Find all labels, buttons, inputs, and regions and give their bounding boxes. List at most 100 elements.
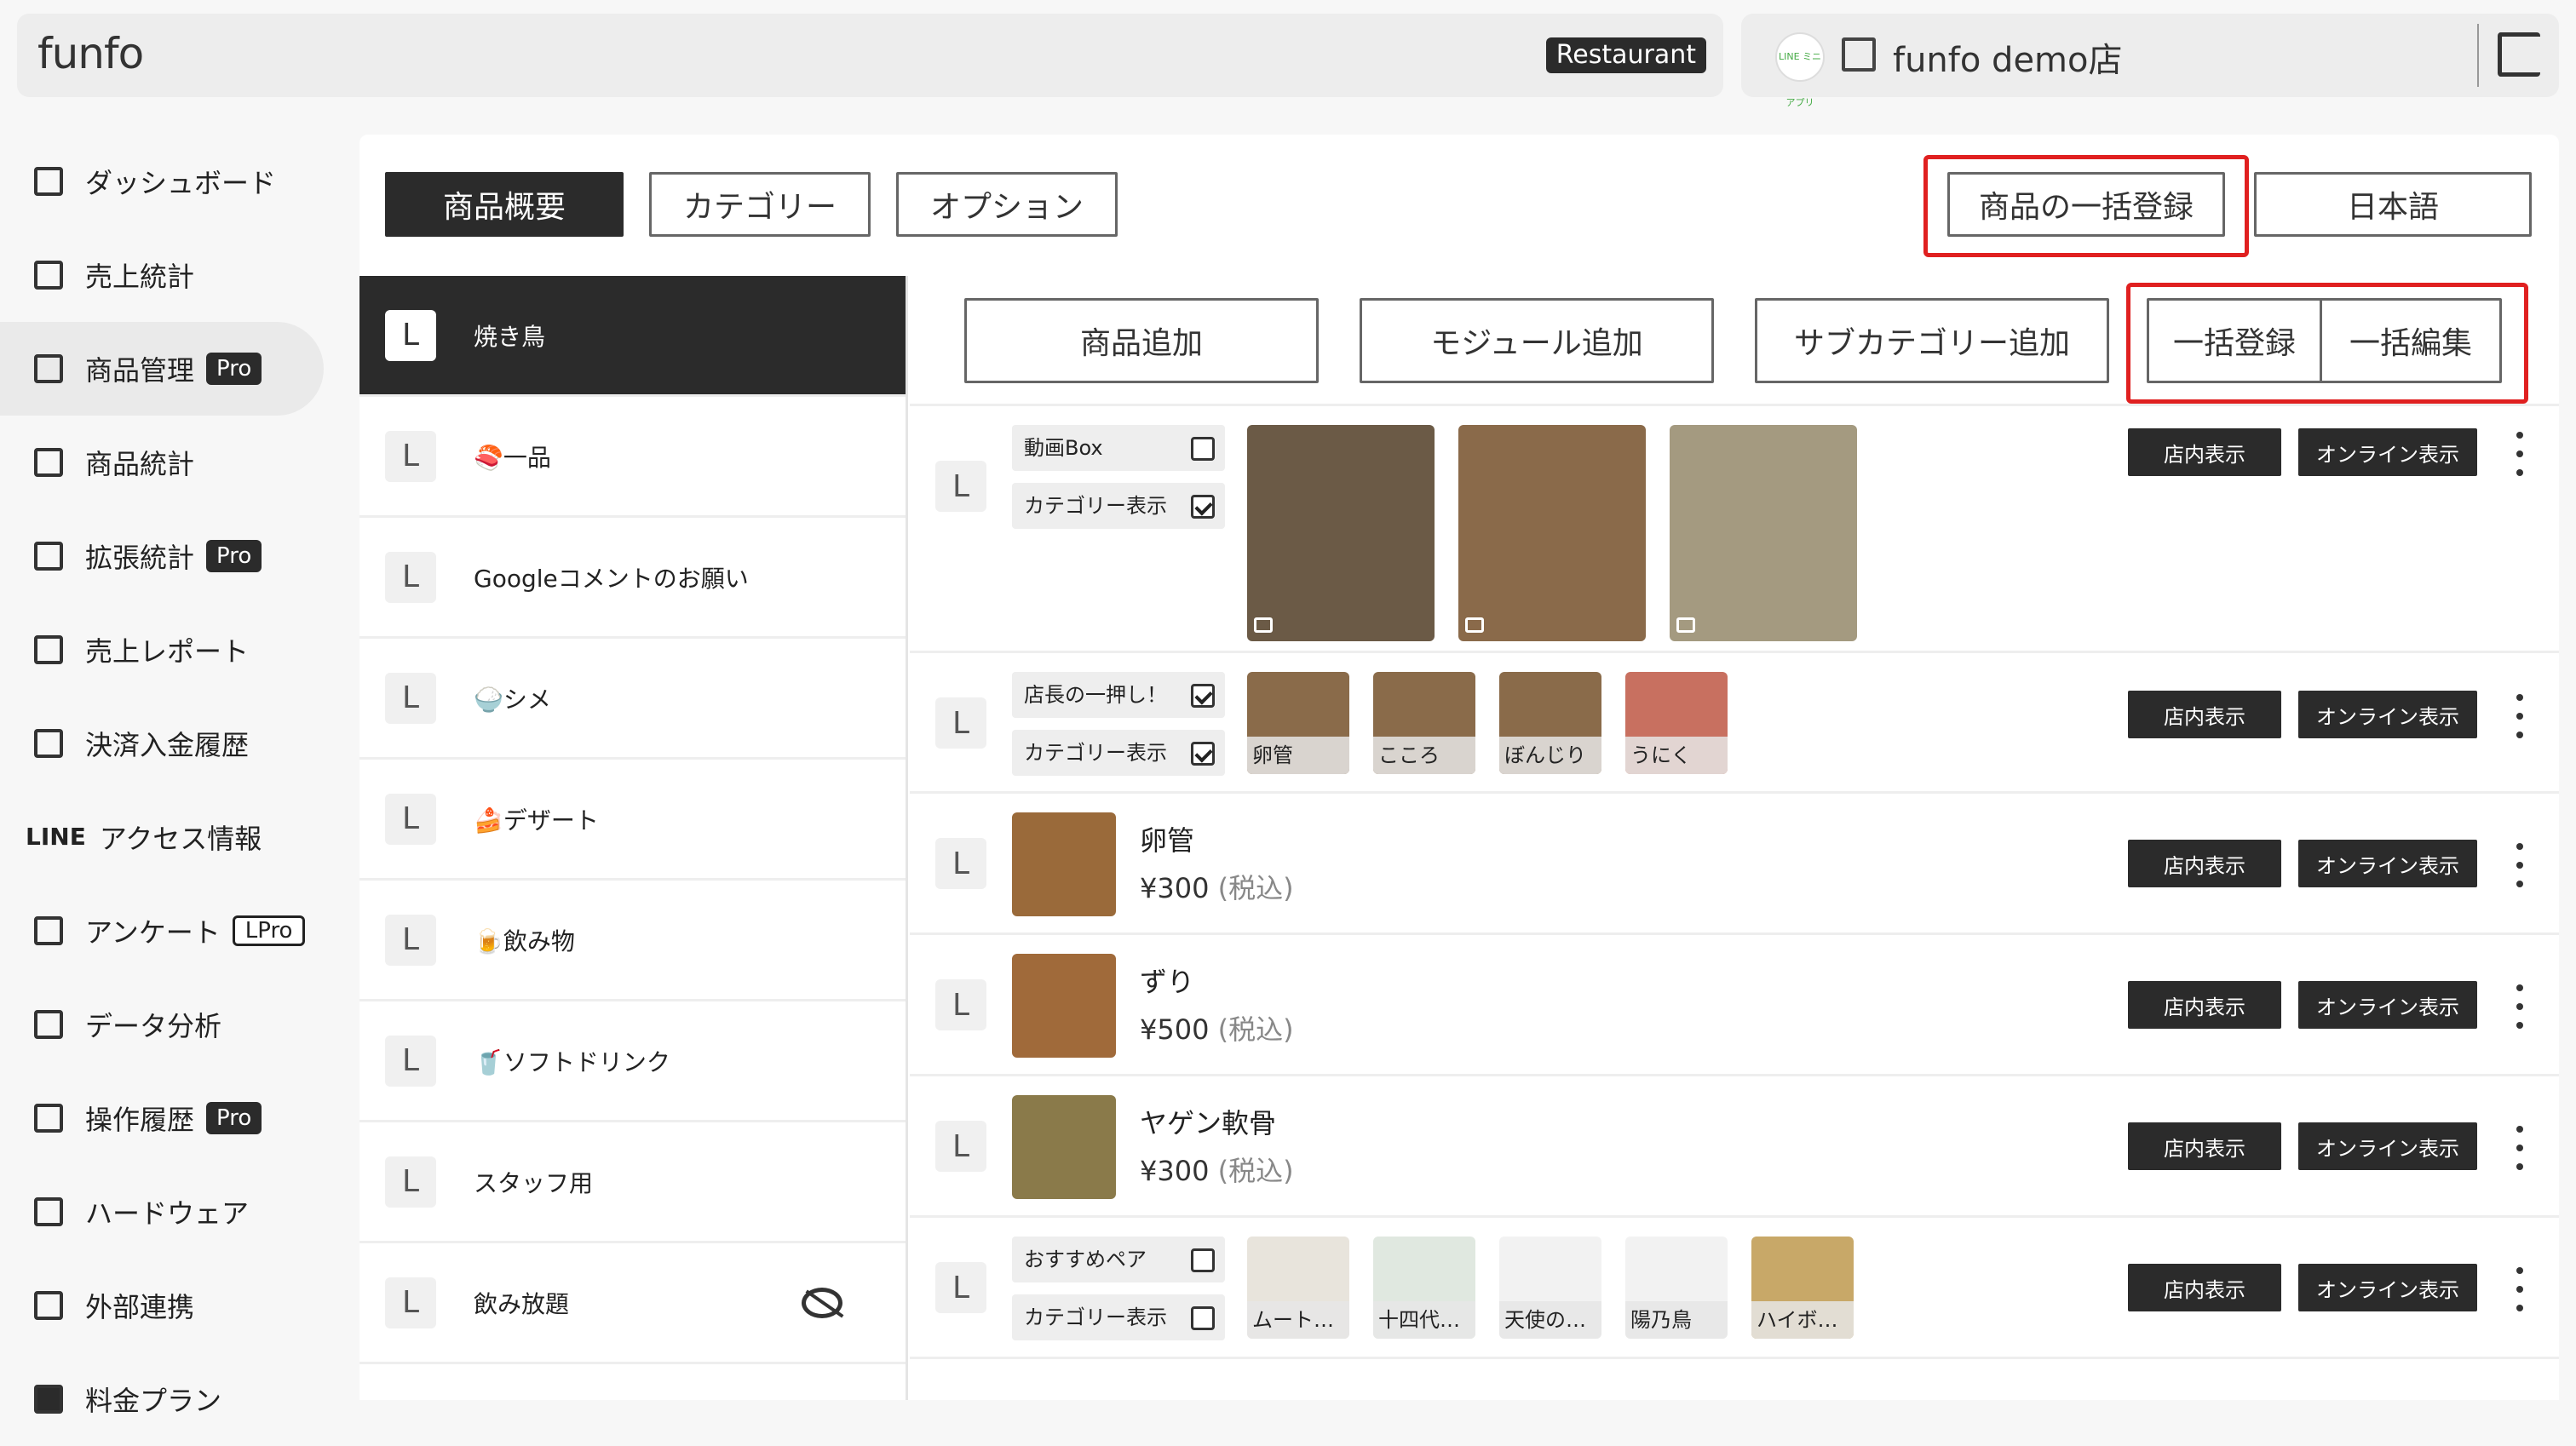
bulk-edit-button[interactable]: 一括編集 — [2320, 298, 2502, 383]
checkbox[interactable] — [1191, 1306, 1215, 1330]
tax-label: (税込) — [1217, 1013, 1294, 1046]
more-menu-icon[interactable] — [2516, 694, 2523, 738]
product-thumbnail[interactable]: ムート… — [1247, 1237, 1349, 1339]
checkbox[interactable] — [1191, 1248, 1215, 1272]
video-thumbnail[interactable] — [1247, 425, 1435, 641]
product-image — [1012, 954, 1116, 1058]
product-thumbnail[interactable]: 十四代… — [1373, 1237, 1475, 1339]
product-thumbnail[interactable]: 天使の… — [1499, 1237, 1601, 1339]
video-thumbnail[interactable] — [1670, 425, 1857, 641]
category-list: L 焼き鳥 L 🍣一品 L Googleコメントのお願い L 🍚シメ L 🍰デザート L 🍺… — [359, 276, 908, 1400]
tab-product-overview[interactable]: 商品概要 — [385, 172, 624, 237]
tab-option[interactable]: オプション — [896, 172, 1118, 237]
sidebar-item-product-stats[interactable]: 商品統計 — [0, 416, 324, 509]
pro-badge: Pro — [206, 540, 262, 572]
logout-icon[interactable] — [2498, 32, 2540, 77]
thumbnail-caption: 卵管 — [1247, 737, 1349, 774]
add-module-button[interactable]: モジュール追加 — [1360, 298, 1714, 383]
module-row: L 店長の一押し！ カテゴリー表示 卵管 こころ ぼんじり うにく 店内表示 オ… — [910, 653, 2559, 794]
sidebar-item-operation-history[interactable]: 操作履歴 Pro — [0, 1071, 324, 1165]
online-display-button[interactable]: オンライン表示 — [2298, 840, 2477, 887]
tab-category[interactable]: カテゴリー — [649, 172, 871, 237]
sidebar-item-sales-stats[interactable]: 売上統計 — [0, 228, 324, 322]
store-display-button[interactable]: 店内表示 — [2128, 840, 2281, 887]
product-row[interactable]: L 卵管 ¥300 (税込) 店内表示 オンライン表示 — [910, 794, 2559, 935]
product-thumbnail[interactable]: ぼんじり — [1499, 672, 1601, 774]
sidebar-item-label: ハードウェア — [85, 1197, 250, 1230]
online-display-button[interactable]: オンライン表示 — [2298, 428, 2477, 476]
language-select[interactable]: 日本語 — [2254, 172, 2532, 237]
layout-badge: L — [385, 551, 436, 603]
option-category-display[interactable]: カテゴリー表示 — [1012, 730, 1225, 776]
more-menu-icon[interactable] — [2516, 432, 2523, 476]
sidebar-item-hardware[interactable]: ハードウェア — [0, 1165, 324, 1259]
online-display-button[interactable]: オンライン表示 — [2298, 1122, 2477, 1170]
product-thumbnail[interactable]: ハイボ… — [1751, 1237, 1854, 1339]
chart-icon — [34, 542, 63, 571]
category-item[interactable]: L 🍺飲み物 — [359, 881, 906, 1001]
sidebar-item-access-info[interactable]: LINE アクセス情報 — [0, 790, 324, 884]
sidebar-item-extended-stats[interactable]: 拡張統計 Pro — [0, 509, 324, 603]
product-thumbnail[interactable]: こころ — [1373, 672, 1475, 774]
online-display-button[interactable]: オンライン表示 — [2298, 1264, 2477, 1311]
sidebar-item-integrations[interactable]: 外部連携 — [0, 1259, 324, 1352]
item-area: 商品追加 モジュール追加 サブカテゴリー追加 一括登録 一括編集 L 動画Box… — [910, 276, 2559, 1400]
checkbox[interactable] — [1191, 437, 1215, 461]
option-video-box[interactable]: 動画Box — [1012, 425, 1225, 471]
sidebar-item-survey[interactable]: アンケート LPro — [0, 884, 324, 978]
video-thumbnail[interactable] — [1458, 425, 1646, 641]
thumbnail-caption: ぼんじり — [1499, 737, 1601, 774]
category-item[interactable]: L 🍣一品 — [359, 397, 906, 518]
sidebar-item-sales-report[interactable]: 売上レポート — [0, 603, 324, 697]
online-display-button[interactable]: オンライン表示 — [2298, 691, 2477, 738]
store-bar: LINE ミニアプリ funfo demo店 — [1741, 14, 2559, 108]
more-menu-icon[interactable] — [2516, 1267, 2523, 1311]
checkbox[interactable] — [1191, 742, 1215, 766]
product-thumbnail[interactable]: 陽乃鳥 — [1625, 1237, 1728, 1339]
product-thumbnail[interactable]: 卵管 — [1247, 672, 1349, 774]
option-category-display[interactable]: カテゴリー表示 — [1012, 483, 1225, 529]
online-display-button[interactable]: オンライン表示 — [2298, 981, 2477, 1029]
category-item[interactable]: L Googleコメントのお願い — [359, 518, 906, 639]
sidebar-item-label: 決済入金履歴 — [85, 729, 250, 761]
tax-label: (税込) — [1217, 1155, 1294, 1187]
shop-icon — [1842, 37, 1876, 72]
store-display-button[interactable]: 店内表示 — [2128, 1122, 2281, 1170]
option-manager-pick[interactable]: 店長の一押し！ — [1012, 672, 1225, 718]
bulk-register-button[interactable]: 商品の一括登録 — [1947, 172, 2225, 237]
option-label: カテゴリー表示 — [1024, 741, 1167, 765]
hidden-eye-icon[interactable] — [802, 1287, 842, 1318]
product-thumbnail[interactable]: うにく — [1625, 672, 1728, 774]
category-item[interactable]: L 🍰デザート — [359, 760, 906, 881]
store-display-button[interactable]: 店内表示 — [2128, 981, 2281, 1029]
sidebar-item-product-management[interactable]: 商品管理 Pro — [0, 322, 324, 416]
store-name[interactable]: funfo demo店 — [1893, 32, 2123, 82]
layout-badge: L — [935, 697, 986, 749]
store-display-button[interactable]: 店内表示 — [2128, 691, 2281, 738]
bulk-add-button[interactable]: 一括登録 — [2147, 298, 2322, 383]
link-icon — [34, 1291, 63, 1320]
add-subcategory-button[interactable]: サブカテゴリー追加 — [1755, 298, 2109, 383]
sidebar-item-payment-history[interactable]: 決済入金履歴 — [0, 697, 324, 790]
product-row[interactable]: L ヤゲン軟骨 ¥300 (税込) 店内表示 オンライン表示 — [910, 1076, 2559, 1218]
sidebar-item-dashboard[interactable]: ダッシュボード — [0, 135, 324, 228]
product-row[interactable]: L ずり ¥500 (税込) 店内表示 オンライン表示 — [910, 935, 2559, 1076]
sidebar-item-label: 料金プラン — [85, 1385, 222, 1417]
checkbox[interactable] — [1191, 684, 1215, 708]
category-item[interactable]: L 🍚シメ — [359, 639, 906, 760]
more-menu-icon[interactable] — [2516, 843, 2523, 887]
more-menu-icon[interactable] — [2516, 984, 2523, 1029]
category-item[interactable]: L 飲み放題 — [359, 1243, 906, 1364]
option-recommended-pair[interactable]: おすすめペア — [1012, 1237, 1225, 1282]
category-item[interactable]: L スタッフ用 — [359, 1122, 906, 1243]
store-display-button[interactable]: 店内表示 — [2128, 1264, 2281, 1311]
sidebar-item-data-analysis[interactable]: データ分析 — [0, 978, 324, 1071]
option-category-display[interactable]: カテゴリー表示 — [1012, 1294, 1225, 1340]
more-menu-icon[interactable] — [2516, 1126, 2523, 1170]
store-display-button[interactable]: 店内表示 — [2128, 428, 2281, 476]
add-item-button[interactable]: 商品追加 — [964, 298, 1319, 383]
category-item[interactable]: L 🥤ソフトドリンク — [359, 1001, 906, 1122]
category-item[interactable]: L 焼き鳥 — [359, 276, 906, 397]
sidebar-item-pricing[interactable]: 料金プラン — [0, 1352, 324, 1446]
checkbox[interactable] — [1191, 495, 1215, 519]
